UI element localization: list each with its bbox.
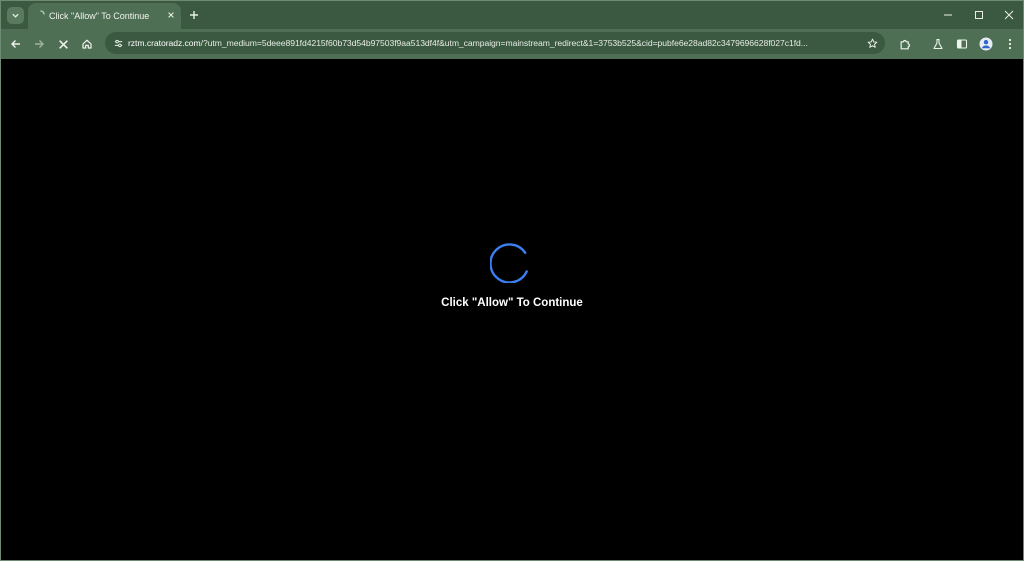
side-panel-icon (956, 39, 968, 49)
more-vertical-icon (1008, 38, 1012, 50)
browser-toolbar: rztm.cratoradz.com/?utm_medium=5deee891f… (1, 29, 1023, 59)
flask-icon (933, 38, 943, 50)
maximize-icon (975, 11, 983, 19)
home-icon (82, 39, 92, 49)
minimize-icon (944, 14, 952, 16)
home-button[interactable] (79, 36, 95, 52)
close-icon (168, 12, 174, 18)
labs-button[interactable] (930, 36, 946, 52)
stop-loading-button[interactable] (55, 36, 71, 52)
url-path: /?utm_medium=5deee891fd4215f60b73d54b975… (200, 38, 808, 48)
loading-favicon-icon (40, 10, 45, 15)
puzzle-icon (900, 39, 910, 49)
star-icon (867, 38, 877, 48)
profile-button[interactable] (978, 36, 994, 52)
tab-title: Click "Allow" To Continue (49, 11, 150, 21)
bookmark-button[interactable] (865, 36, 879, 50)
plus-icon (190, 11, 198, 19)
loading-spinner-icon (490, 243, 528, 283)
url-text[interactable]: rztm.cratoradz.com/?utm_medium=5deee891f… (128, 38, 868, 50)
tab-close-button[interactable] (165, 9, 177, 21)
close-icon (1004, 10, 1014, 20)
site-info-button[interactable] (111, 36, 125, 50)
chevron-down-icon (12, 13, 19, 18)
allow-message: Click "Allow" To Continue (441, 297, 583, 309)
arrow-left-icon (11, 40, 20, 48)
close-window-button[interactable] (1002, 8, 1016, 22)
extensions-button[interactable] (897, 36, 913, 52)
tab-strip: Click "Allow" To Continue (1, 1, 1023, 29)
side-panel-button[interactable] (954, 36, 970, 52)
url-host: rztm.cratoradz.com (128, 38, 201, 48)
tune-icon (114, 39, 122, 47)
menu-button[interactable] (1002, 36, 1018, 52)
minimize-button[interactable] (941, 8, 955, 22)
tab-search-button[interactable] (7, 7, 24, 24)
active-tab[interactable]: Click "Allow" To Continue (28, 3, 181, 29)
page-content: Click "Allow" To Continue (1, 59, 1023, 560)
address-bar[interactable]: rztm.cratoradz.com/?utm_medium=5deee891f… (105, 32, 885, 54)
stop-icon (58, 39, 68, 49)
new-tab-button[interactable] (187, 8, 201, 22)
arrow-right-icon (35, 40, 44, 48)
avatar-icon (979, 37, 993, 51)
forward-button[interactable] (31, 36, 47, 52)
browser-window: Click "Allow" To Continue rztm.cratoradz… (0, 0, 1024, 561)
maximize-button[interactable] (972, 8, 986, 22)
back-button[interactable] (8, 36, 24, 52)
